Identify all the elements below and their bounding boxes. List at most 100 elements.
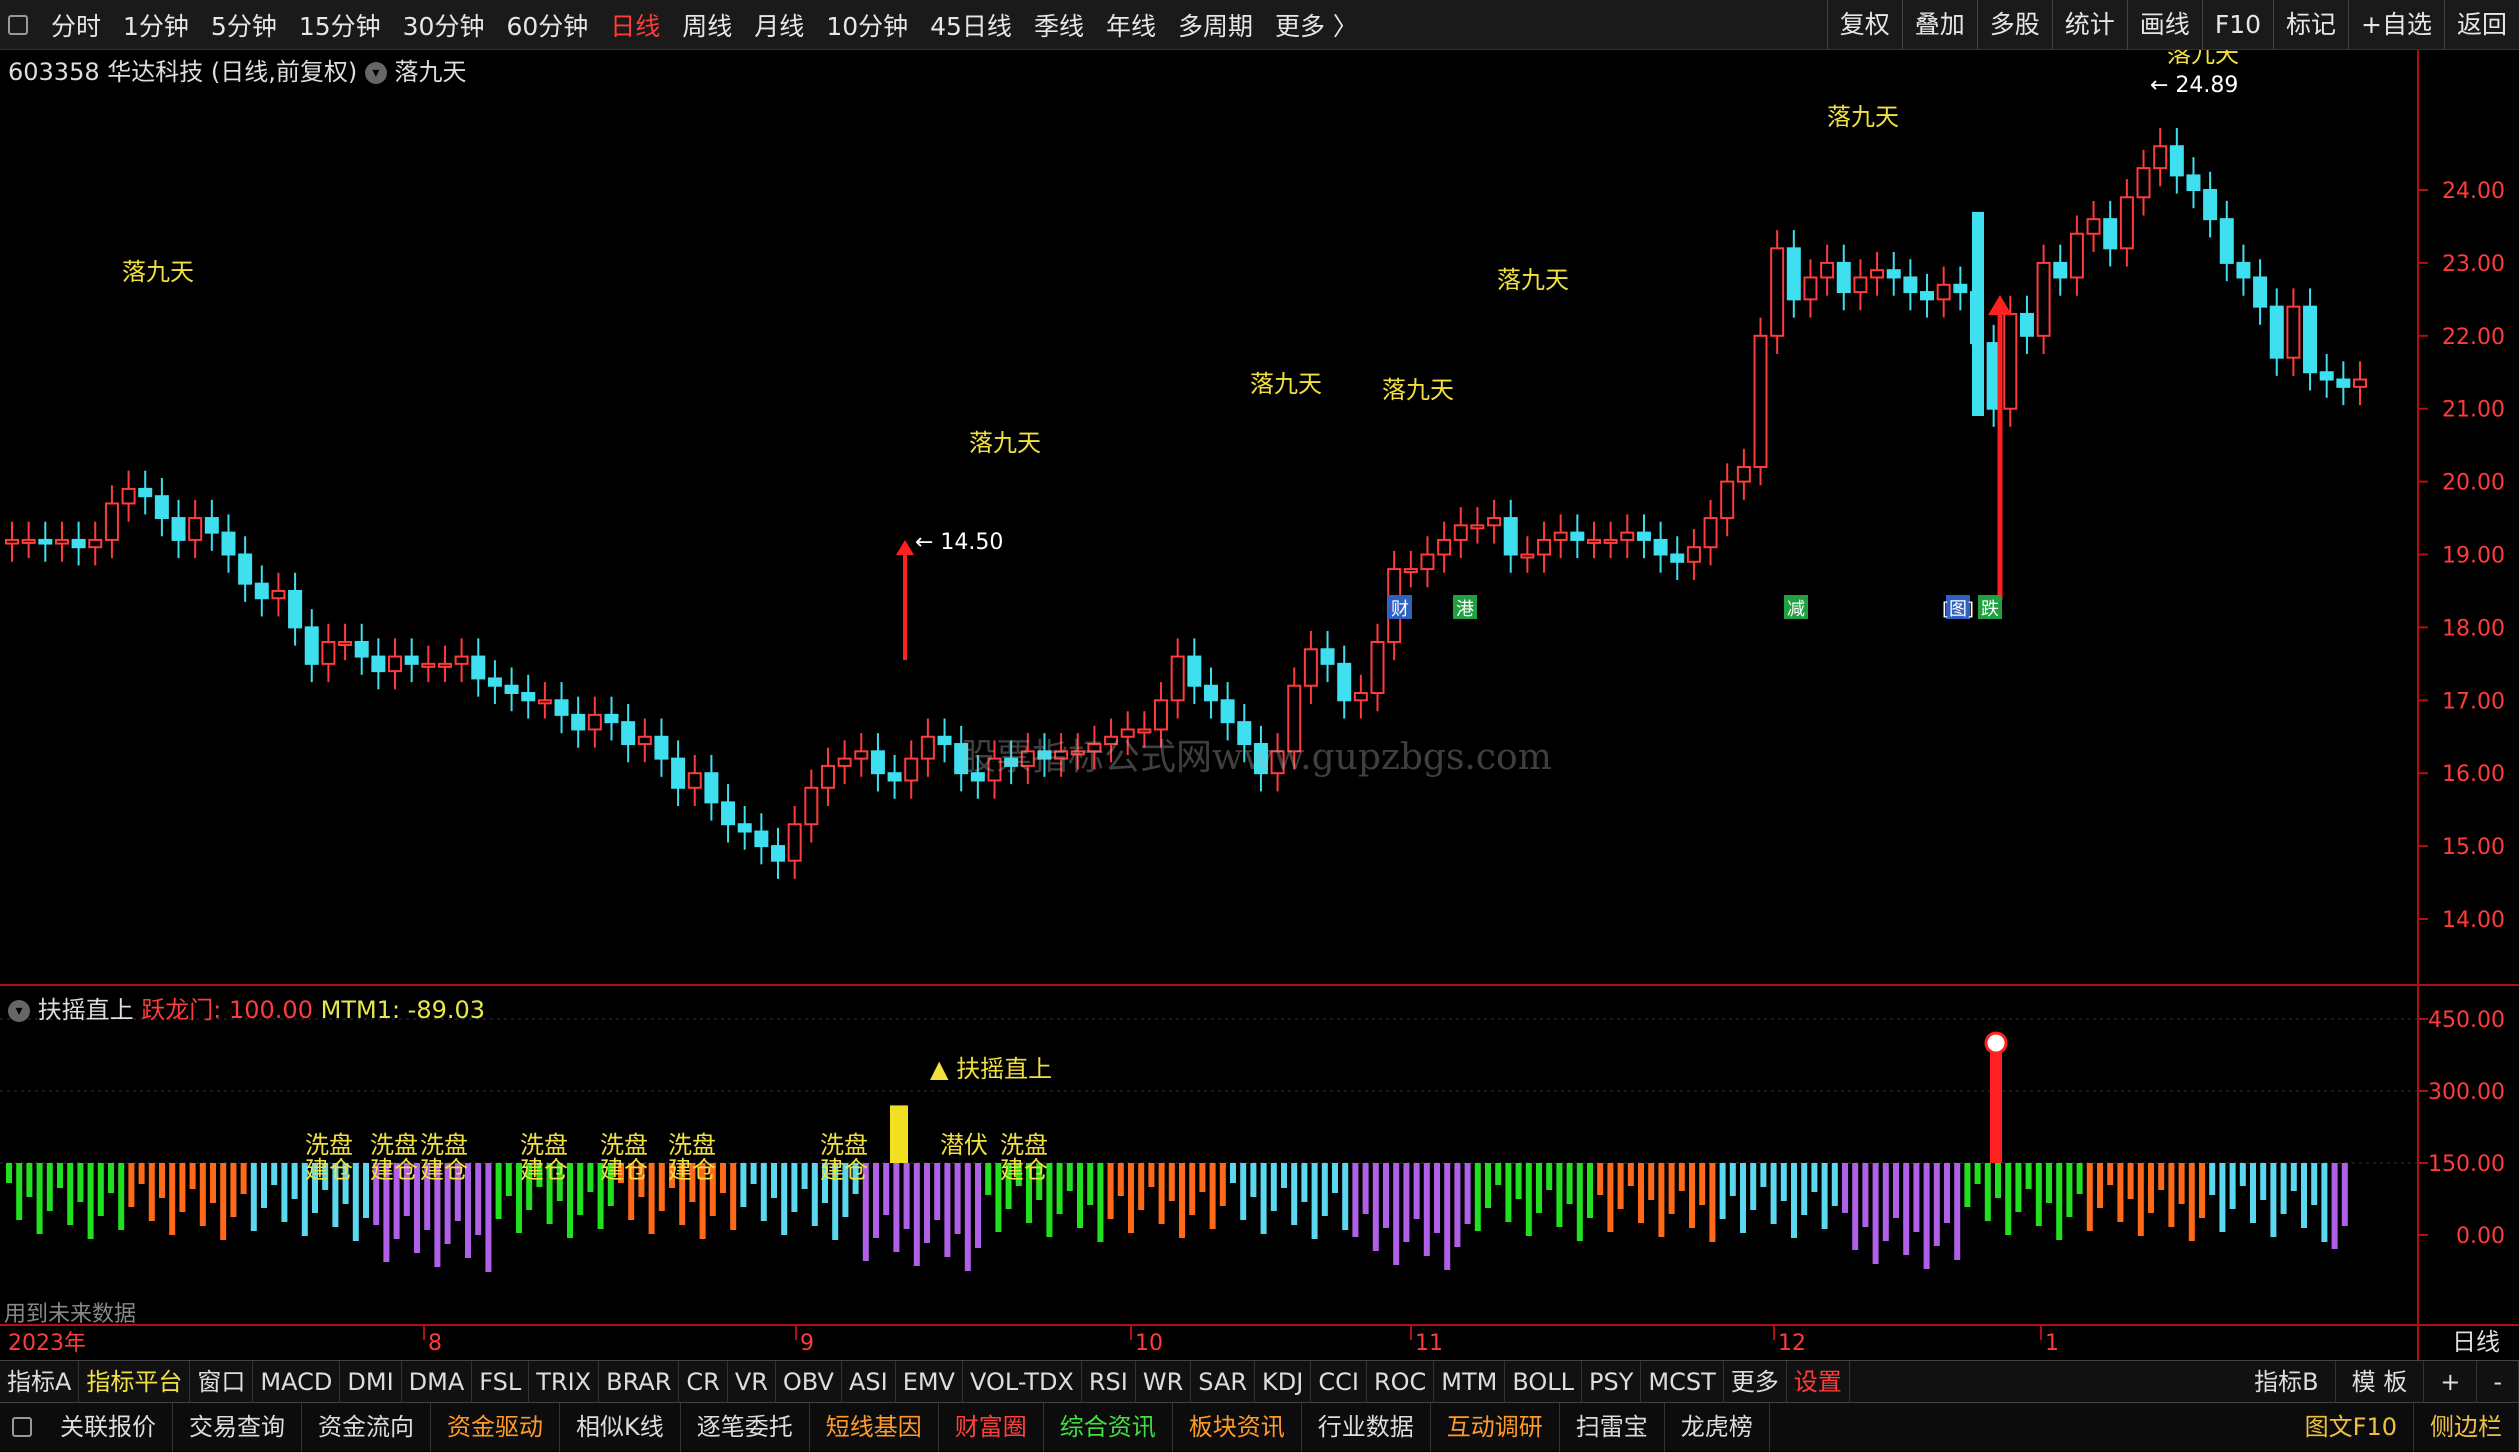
toolbar-button[interactable]: 返回 bbox=[2443, 0, 2519, 50]
window-icon[interactable] bbox=[12, 1417, 32, 1437]
period-tab[interactable]: 分时 bbox=[40, 7, 112, 43]
toolbar-button[interactable]: F10 bbox=[2201, 0, 2273, 50]
function-tab[interactable]: 龙虎榜 bbox=[1665, 1402, 1770, 1452]
indicator-tab[interactable]: MTM bbox=[1434, 1360, 1506, 1403]
function-tab[interactable]: 综合资讯 bbox=[1044, 1402, 1173, 1452]
indicator-tab[interactable]: WR bbox=[1136, 1360, 1192, 1403]
function-tab[interactable]: 板块资讯 bbox=[1173, 1402, 1302, 1452]
period-tab[interactable]: 多周期 bbox=[1167, 7, 1264, 43]
histogram-bar bbox=[1362, 1163, 1369, 1214]
indicator-tab-right-item[interactable]: 模 板 bbox=[2336, 1361, 2425, 1403]
candle-body bbox=[2036, 261, 2051, 337]
period-tab[interactable]: 日线 bbox=[599, 7, 671, 43]
candle-body bbox=[554, 699, 569, 716]
period-tab[interactable]: 月线 bbox=[743, 7, 815, 43]
indicator-tab-right-item[interactable]: - bbox=[2477, 1361, 2519, 1403]
indicator-tab[interactable]: ASI bbox=[842, 1360, 896, 1403]
indicator-tab[interactable]: 指标平台 bbox=[79, 1360, 191, 1403]
period-tab[interactable]: 60分钟 bbox=[495, 7, 599, 43]
period-tab[interactable]: 周线 bbox=[671, 7, 743, 43]
future-data-note: 用到未来数据 bbox=[4, 1302, 137, 1327]
period-tab[interactable]: 15分钟 bbox=[288, 7, 392, 43]
price-tick-label: 15.00 bbox=[2442, 835, 2505, 860]
indicator-tab[interactable]: BOLL bbox=[1505, 1360, 1583, 1403]
indicator-tab[interactable]: BRAR bbox=[599, 1360, 680, 1403]
candle-body bbox=[388, 655, 403, 673]
toolbar-button[interactable]: 复权 bbox=[1826, 0, 1902, 50]
period-tab[interactable]: 45日线 bbox=[919, 7, 1023, 43]
indicator-tab[interactable]: CCI bbox=[1311, 1360, 1367, 1403]
histogram-bar bbox=[1179, 1163, 1185, 1238]
kline-chart[interactable]: 24.00 23.00 22.00 21.00 20.00 19.00 18.00 17.00… bbox=[0, 50, 2519, 1360]
period-tab[interactable]: 更多 〉 bbox=[1264, 7, 1369, 43]
function-tab[interactable]: 财富圈 bbox=[939, 1402, 1044, 1452]
indicator-tab[interactable]: DMI bbox=[340, 1360, 402, 1403]
indicator-tab[interactable]: KDJ bbox=[1255, 1360, 1312, 1403]
indicator-tab[interactable]: DMA bbox=[402, 1360, 473, 1403]
indicator-tab[interactable]: ROC bbox=[1367, 1360, 1435, 1403]
indicator-tab[interactable]: FSL bbox=[472, 1360, 530, 1403]
window-icon[interactable] bbox=[8, 14, 28, 35]
indicator-tab[interactable]: VOL-TDX bbox=[963, 1360, 1082, 1403]
function-tab[interactable]: 短线基因 bbox=[810, 1402, 939, 1452]
function-tab[interactable]: 相似K线 bbox=[560, 1402, 681, 1452]
period-tab[interactable]: 30分钟 bbox=[392, 7, 496, 43]
candle-body bbox=[721, 801, 736, 826]
indicator-tab[interactable]: 更多 bbox=[1724, 1360, 1787, 1403]
histogram-bar bbox=[964, 1163, 971, 1271]
indicator-tab[interactable]: VR bbox=[728, 1360, 776, 1403]
histogram-bar bbox=[2219, 1163, 2226, 1232]
histogram-bar bbox=[2127, 1163, 2134, 1199]
function-tab[interactable]: 关联报价 bbox=[44, 1402, 173, 1452]
indicator-tab-right-item[interactable]: + bbox=[2424, 1361, 2478, 1403]
period-tab[interactable]: 年线 bbox=[1095, 7, 1167, 43]
function-tab[interactable]: 扫雷宝 bbox=[1560, 1402, 1665, 1452]
period-tab[interactable]: 10分钟 bbox=[815, 7, 919, 43]
indicator-name[interactable]: 扶摇直上 bbox=[38, 996, 134, 1024]
function-tab[interactable]: 资金驱动 bbox=[431, 1402, 560, 1452]
chevron-down-icon[interactable]: ▾ bbox=[8, 1000, 30, 1022]
candle-body bbox=[2336, 378, 2351, 388]
candle-body bbox=[5, 538, 19, 545]
function-tab[interactable]: 资金流向 bbox=[302, 1402, 431, 1452]
wash-label: 洗盘 bbox=[820, 1131, 868, 1159]
indicator-tab[interactable]: SAR bbox=[1191, 1360, 1256, 1403]
function-tab[interactable]: 逐笔委托 bbox=[681, 1402, 810, 1452]
toolbar-button[interactable]: 多股 bbox=[1976, 0, 2052, 50]
toolbar-button[interactable]: 画线 bbox=[2126, 0, 2202, 50]
indicator-tab[interactable]: 指标A bbox=[0, 1360, 80, 1403]
toolbar-button[interactable]: 叠加 bbox=[1901, 0, 1977, 50]
period-tab[interactable]: 1分钟 bbox=[112, 7, 200, 43]
indicator-tab-right-item[interactable]: 指标B bbox=[2238, 1361, 2336, 1403]
indicator-tab[interactable]: MACD bbox=[253, 1360, 341, 1403]
histogram-bar bbox=[36, 1163, 43, 1234]
indicator-tab[interactable]: PSY bbox=[1582, 1360, 1642, 1403]
indicator-tab[interactable]: TRIX bbox=[529, 1360, 600, 1403]
indicator-tab[interactable]: 窗口 bbox=[190, 1360, 254, 1403]
period-tab[interactable]: 季线 bbox=[1023, 7, 1095, 43]
indicator-tab[interactable]: OBV bbox=[776, 1360, 842, 1403]
candle-body bbox=[1170, 655, 1185, 702]
indicator-tab[interactable]: RSI bbox=[1082, 1360, 1136, 1403]
function-tab-right-item[interactable]: 图文F10 bbox=[2289, 1403, 2414, 1452]
indicator-tab[interactable]: EMV bbox=[896, 1360, 963, 1403]
histogram-bar bbox=[1495, 1163, 1502, 1185]
indicator-tab[interactable]: CR bbox=[679, 1360, 728, 1403]
function-tab[interactable]: 行业数据 bbox=[1302, 1402, 1431, 1452]
histogram-bar bbox=[985, 1163, 992, 1195]
toolbar-button[interactable]: 标记 bbox=[2273, 0, 2348, 50]
toolbar-button[interactable]: 统计 bbox=[2051, 0, 2127, 50]
main-indicator-name[interactable]: 落九天 bbox=[395, 58, 467, 86]
histogram-bar bbox=[2107, 1163, 2114, 1185]
candle-body bbox=[1403, 568, 1418, 574]
function-tab[interactable]: 交易查询 bbox=[173, 1402, 302, 1452]
function-tab[interactable]: 互动调研 bbox=[1431, 1402, 1560, 1452]
chevron-down-icon[interactable]: ▾ bbox=[364, 62, 387, 84]
indicator-tab[interactable]: 设置 bbox=[1787, 1360, 1850, 1403]
period-tab[interactable]: 5分钟 bbox=[200, 7, 288, 43]
candle-body bbox=[504, 684, 519, 695]
toolbar-button[interactable]: +自选 bbox=[2348, 0, 2444, 50]
function-tab-right-item[interactable]: 侧边栏 bbox=[2414, 1403, 2519, 1452]
indicator-tab[interactable]: MCST bbox=[1641, 1360, 1724, 1403]
candle-body bbox=[904, 757, 919, 782]
